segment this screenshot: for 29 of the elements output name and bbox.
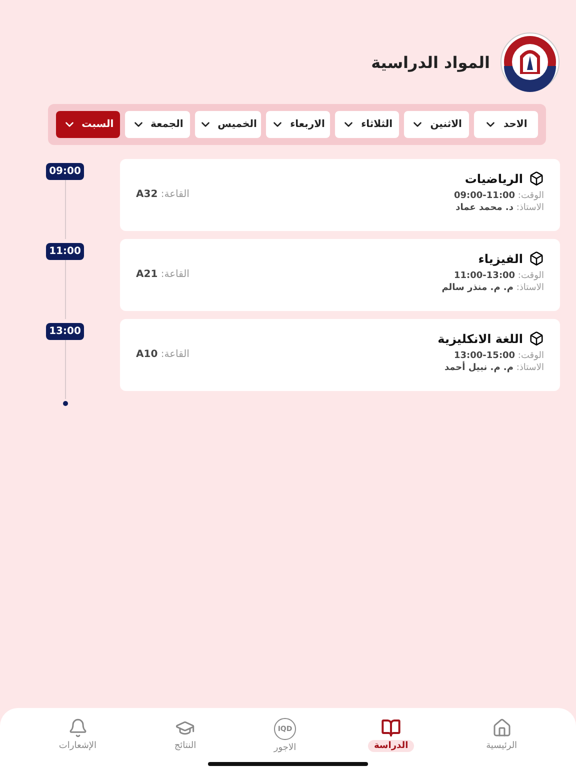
time-badge: 09:00 bbox=[46, 163, 84, 180]
teacher-name: الاستاذ: د. محمد عماد bbox=[454, 203, 544, 213]
cube-icon bbox=[529, 171, 544, 186]
day-tab[interactable]: الاحد bbox=[474, 111, 538, 138]
subject-name: الفيزياء bbox=[478, 252, 523, 266]
bell-icon bbox=[68, 718, 88, 738]
home-icon bbox=[492, 718, 512, 738]
page-title: المواد الدراسية bbox=[371, 52, 490, 72]
day-tab[interactable]: الثلاثاء bbox=[335, 111, 400, 138]
nav-tab[interactable]: الرئيسية bbox=[480, 718, 524, 752]
nav-tab[interactable]: النتائج bbox=[168, 718, 202, 752]
book-icon bbox=[381, 718, 402, 738]
subject-name: اللغة الانكليزية bbox=[438, 332, 523, 346]
time-badge: 11:00 bbox=[46, 243, 84, 260]
cube-icon bbox=[529, 251, 544, 266]
day-tab[interactable]: السبت bbox=[56, 111, 120, 138]
time-badge: 13:00 bbox=[46, 323, 84, 340]
nav-tab[interactable]: الدراسة bbox=[368, 718, 414, 752]
day-tab[interactable]: الجمعة bbox=[125, 111, 190, 138]
university-logo-drawing bbox=[500, 32, 560, 92]
subject-name: الرياضيات bbox=[464, 172, 523, 186]
day-tab[interactable]: الاربعاء bbox=[266, 111, 330, 138]
timeline-end-dot bbox=[63, 401, 68, 406]
cube-icon bbox=[529, 331, 544, 346]
teacher-name: الاستاذ: م. م. نبيل أحمد bbox=[443, 363, 544, 373]
teacher-name: الاستاذ: م. م. منذر سالم bbox=[442, 283, 544, 293]
day-tab[interactable]: الاثنين bbox=[404, 111, 469, 138]
day-tab[interactable]: الخميس bbox=[194, 111, 261, 138]
nav-tab[interactable]: الإشعارات bbox=[52, 718, 102, 752]
